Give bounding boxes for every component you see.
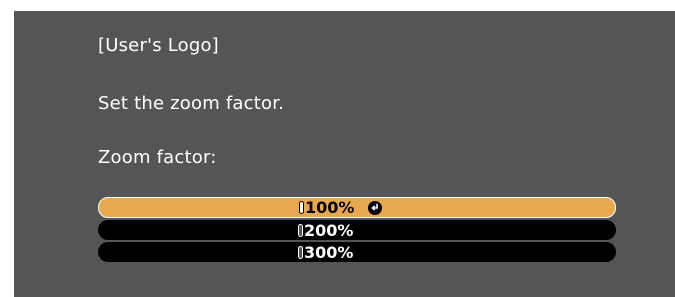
projector-menu-screen: [User's Logo] Set the zoom factor. Zoom …	[14, 11, 675, 297]
instruction-text: Set the zoom factor.	[98, 93, 285, 114]
zoom-option-100[interactable]: 100%	[98, 197, 616, 218]
zoom-option-label: 100%	[305, 198, 355, 217]
zoom-factor-label: Zoom factor:	[98, 147, 217, 168]
zoom-option-300[interactable]: 300%	[98, 242, 616, 262]
zoom-option-list: 100% 200% 300%	[98, 197, 616, 264]
zoom-option-label: 200%	[304, 220, 354, 240]
radio-unselected-icon	[298, 245, 303, 259]
zoom-option-label: 300%	[304, 242, 354, 262]
menu-title: [User's Logo]	[98, 35, 219, 56]
enter-icon	[368, 200, 383, 215]
zoom-option-200[interactable]: 200%	[98, 220, 616, 240]
radio-unselected-icon	[298, 223, 303, 237]
radio-selected-icon	[299, 201, 304, 214]
